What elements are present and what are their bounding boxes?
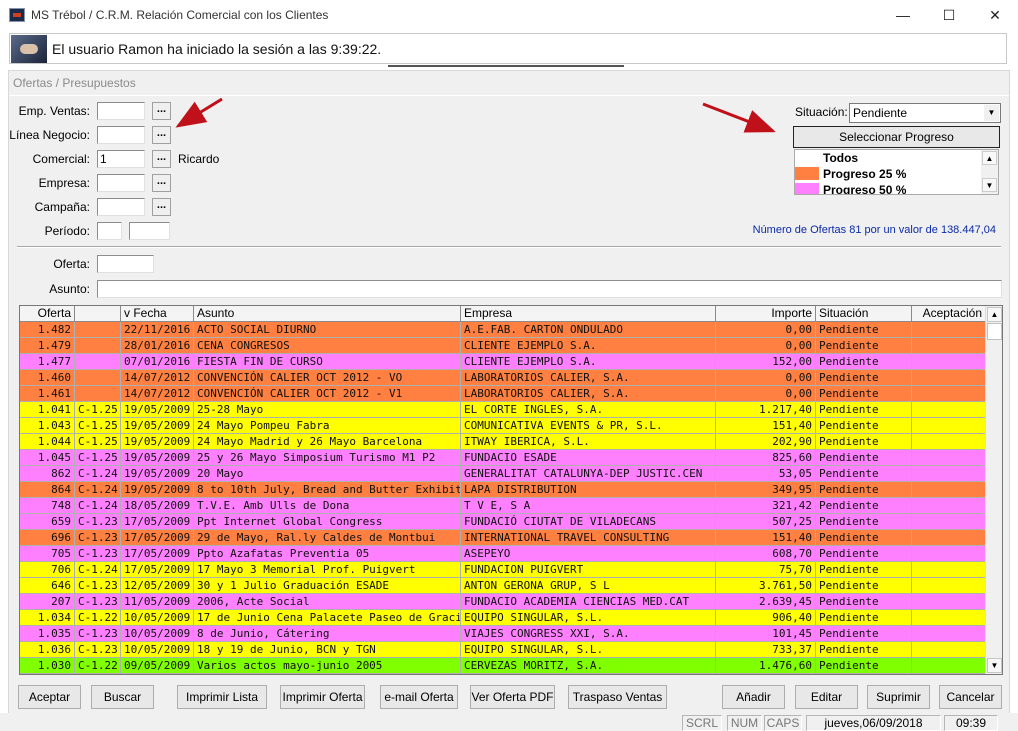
scrl-indicator: SCRL [682, 715, 722, 731]
status-bar: SCRL NUM CAPS jueves,06/09/2018 09:39 [0, 713, 1018, 731]
status-date: jueves,06/09/2018 [806, 715, 941, 731]
caps-indicator: CAPS [764, 715, 802, 731]
annotation-arrows [175, 97, 776, 133]
annotation-arrow [702, 102, 776, 133]
status-time: 09:39 [944, 715, 998, 731]
annotation-arrow [175, 97, 223, 128]
num-indicator: NUM [727, 715, 762, 731]
